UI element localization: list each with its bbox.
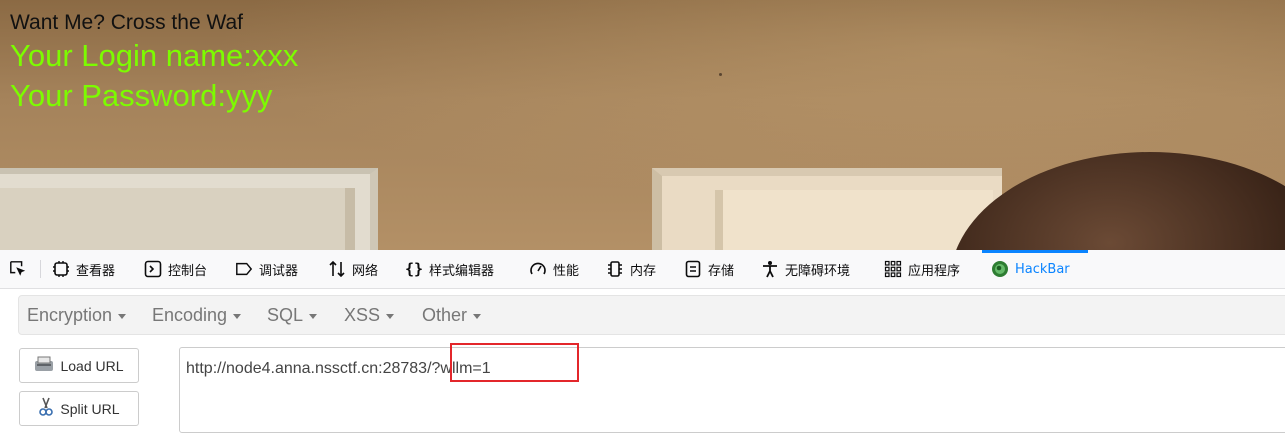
tab-memory[interactable]: 内存 <box>606 250 656 288</box>
inspector-icon <box>52 260 70 278</box>
performance-icon <box>529 260 547 278</box>
tab-inspector[interactable]: 查看器 <box>52 250 115 288</box>
tab-storage[interactable]: 存储 <box>684 250 734 288</box>
network-icon <box>328 260 346 278</box>
tab-label: 网络 <box>352 263 379 279</box>
tab-label: 内存 <box>630 263 657 279</box>
tab-label: 样式编辑器 <box>429 263 495 279</box>
tab-debugger[interactable]: 调试器 <box>235 250 298 288</box>
tab-label: 应用程序 <box>908 263 961 279</box>
caret-down-icon <box>233 313 242 319</box>
password-text: Your Password:yyy <box>10 78 273 113</box>
caret-down-icon <box>118 313 127 319</box>
tab-performance[interactable]: 性能 <box>529 250 579 288</box>
tab-label: 调试器 <box>259 263 299 279</box>
application-icon <box>884 260 902 278</box>
menu-xss[interactable]: XSS <box>344 296 395 334</box>
tab-accessibility[interactable]: 无障碍环境 <box>761 250 850 288</box>
annotation-highlight-box <box>450 343 579 382</box>
tab-label: 查看器 <box>76 263 116 279</box>
tab-network[interactable]: 网络 <box>328 250 378 288</box>
element-picker-icon <box>9 260 27 278</box>
element-picker-button[interactable] <box>9 250 27 288</box>
hackbar-icon <box>991 260 1009 278</box>
menu-sql[interactable]: SQL <box>267 296 318 334</box>
menu-other[interactable]: Other <box>422 296 482 334</box>
style-editor-icon: {} <box>404 260 424 278</box>
tab-label: HackBar <box>1015 261 1070 277</box>
accessibility-icon <box>761 260 779 278</box>
scissors-icon <box>38 397 54 420</box>
hackbar-panel: Encryption Encoding SQL XSS Other Load U… <box>0 289 1285 434</box>
split-url-label: Split URL <box>60 400 120 417</box>
split-url-button[interactable]: Split URL <box>19 391 139 426</box>
menu-label: Encoding <box>152 304 228 325</box>
tab-label: 无障碍环境 <box>785 263 851 279</box>
load-url-label: Load URL <box>60 357 124 374</box>
tab-label: 性能 <box>553 263 580 279</box>
storage-icon <box>684 260 702 278</box>
tab-console[interactable]: 控制台 <box>144 250 207 288</box>
webpage-viewport: Want Me? Cross the Waf Your Login name:x… <box>0 0 1285 250</box>
devtools-toolbar: 查看器 控制台 调试器 网络 {} 样式编辑器 性能 内存 存储 无障碍环境 应… <box>0 250 1285 289</box>
console-icon <box>144 260 162 278</box>
url-textarea[interactable]: http://node4.anna.nssctf.cn:28783/?wllm=… <box>179 347 1285 433</box>
caret-down-icon <box>473 313 482 319</box>
caret-down-icon <box>309 313 318 319</box>
background-door-frame-inner <box>715 190 993 250</box>
background-wall-frame-inner <box>0 188 355 250</box>
tab-application[interactable]: 应用程序 <box>884 250 960 288</box>
memory-icon <box>606 260 624 278</box>
background-speck <box>719 73 722 76</box>
tab-label: 存储 <box>708 263 735 279</box>
caret-down-icon <box>386 313 395 319</box>
menu-label: Encryption <box>27 304 113 325</box>
menu-encoding[interactable]: Encoding <box>152 296 242 334</box>
url-value: http://node4.anna.nssctf.cn:28783/?wllm=… <box>186 360 491 377</box>
menu-label: Other <box>422 304 468 325</box>
debugger-icon <box>235 260 253 278</box>
menu-label: XSS <box>344 304 381 325</box>
menu-label: SQL <box>267 304 304 325</box>
tab-hackbar[interactable]: HackBar <box>991 250 1070 288</box>
hackbar-menubar: Encryption Encoding SQL XSS Other <box>18 295 1285 335</box>
tab-label: 控制台 <box>168 263 208 279</box>
toolbar-separator <box>40 260 41 278</box>
login-name-text: Your Login name:xxx <box>10 38 299 73</box>
load-url-button[interactable]: Load URL <box>19 348 139 383</box>
tab-style-editor[interactable]: {} 样式编辑器 <box>405 250 494 288</box>
load-url-icon <box>34 355 54 376</box>
menu-encryption[interactable]: Encryption <box>27 296 127 334</box>
page-heading: Want Me? Cross the Waf <box>10 11 244 34</box>
